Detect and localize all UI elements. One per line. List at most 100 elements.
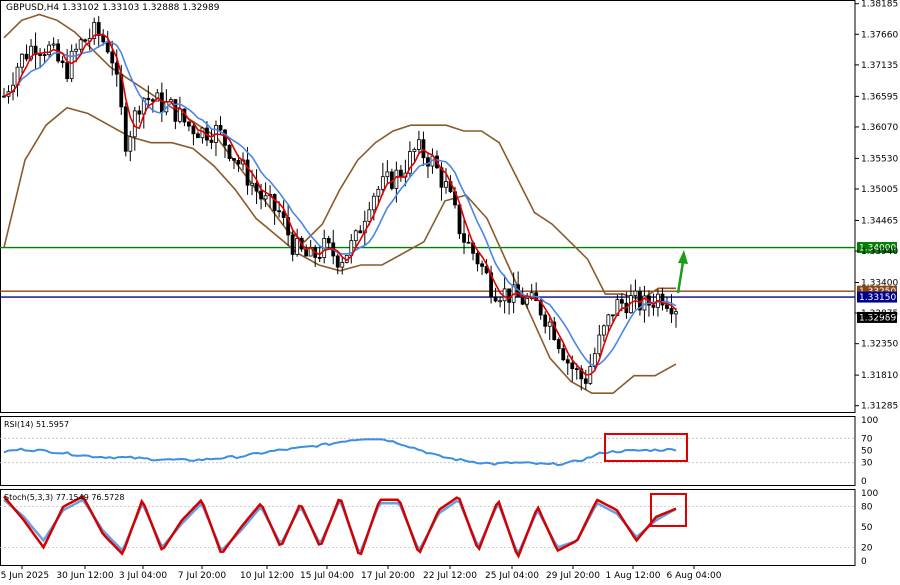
price-tick-label: 1.31285 bbox=[861, 402, 898, 412]
candle-body bbox=[565, 359, 570, 364]
stoch-signal-line bbox=[3, 498, 677, 556]
price-tick-label: 1.33940 bbox=[861, 247, 898, 257]
candle-body bbox=[272, 194, 277, 212]
candle-body bbox=[295, 237, 300, 255]
panel-frame-1 bbox=[0, 416, 856, 486]
candle-body bbox=[583, 378, 588, 384]
candle-body bbox=[543, 314, 548, 327]
stoch-tick-label: 20 bbox=[861, 543, 873, 553]
time-tick-label: 10 Jul 12:00 bbox=[240, 571, 294, 581]
candle-body bbox=[475, 252, 480, 265]
candle-body bbox=[65, 62, 70, 80]
candle-body bbox=[574, 368, 579, 371]
price-levels: 1.340001.332501.331501.32989 bbox=[0, 242, 897, 323]
price-axis: 1.38185 1.37660 1.37135 1.36595 1.36070 1.355… bbox=[855, 0, 898, 412]
candle-body bbox=[277, 210, 282, 213]
candle-body bbox=[263, 195, 268, 200]
candle-body bbox=[317, 256, 322, 259]
level-label-2: 1.33150 bbox=[859, 293, 896, 303]
candle-body bbox=[159, 92, 164, 113]
arrow-head bbox=[678, 250, 688, 264]
candle-body bbox=[610, 314, 615, 317]
candle-body bbox=[74, 48, 79, 52]
rsi-tick-label: 0 bbox=[861, 477, 867, 487]
rsi-tick-label: 30 bbox=[861, 459, 873, 469]
candle-body bbox=[674, 311, 678, 315]
time-axis: 25 Jun 2025 30 Jun 12:00 3 Jul 04:00 7 Jul … bbox=[0, 565, 722, 581]
price-tick-label: 1.35005 bbox=[861, 185, 898, 195]
candle-body bbox=[385, 171, 390, 178]
candle-body bbox=[498, 300, 503, 303]
candle-body bbox=[38, 54, 42, 56]
time-tick-label: 6 Aug 04:00 bbox=[667, 571, 722, 581]
candle-body bbox=[137, 110, 142, 115]
candle-body bbox=[101, 35, 106, 43]
candle-body bbox=[227, 144, 232, 159]
time-tick-label: 3 Jul 04:00 bbox=[119, 571, 168, 581]
candle-body bbox=[47, 44, 52, 56]
candle-body bbox=[493, 296, 498, 302]
candle-body bbox=[556, 339, 561, 350]
panel-frame-2 bbox=[0, 489, 856, 566]
stoch-tick-label: 0 bbox=[861, 557, 867, 567]
candle-body bbox=[367, 209, 372, 222]
time-tick-label: 17 Jul 20:00 bbox=[361, 571, 415, 581]
candle-body bbox=[669, 308, 674, 315]
candle-body bbox=[20, 53, 24, 68]
candle-body bbox=[326, 238, 331, 244]
time-tick-label: 25 Jul 04:00 bbox=[485, 571, 539, 581]
price-tick-label: 1.37135 bbox=[861, 61, 898, 71]
bollinger-lower-line bbox=[3, 106, 677, 394]
stochastic-panel: 100 80 50 20 0 bbox=[0, 489, 878, 567]
price-tick-label: 1.36070 bbox=[861, 123, 898, 133]
candle-body bbox=[78, 39, 83, 50]
rsi-tick-label: 50 bbox=[861, 447, 873, 457]
candle-body bbox=[51, 43, 56, 46]
candle-body bbox=[633, 290, 638, 296]
candlesticks bbox=[2, 16, 678, 391]
stoch-label: Stoch(5,3,3) 77.1549 76.5728 bbox=[4, 493, 124, 502]
bollinger-bands bbox=[3, 13, 677, 394]
panel-frames bbox=[0, 0, 856, 566]
rsi-label: RSI(14) 51.5957 bbox=[4, 420, 69, 429]
price-tick-label: 1.33400 bbox=[861, 278, 898, 288]
stoch-tick-label: 50 bbox=[861, 523, 873, 533]
candle-body bbox=[358, 230, 363, 234]
price-tick-label: 1.38185 bbox=[861, 0, 898, 10]
time-tick-label: 1 Aug 12:00 bbox=[606, 571, 661, 581]
slow-ma-line bbox=[3, 40, 677, 367]
candle-body bbox=[110, 51, 115, 64]
candle-body bbox=[394, 169, 399, 189]
stoch-main-line bbox=[3, 494, 677, 559]
candle-body bbox=[245, 159, 250, 186]
time-tick-label: 25 Jun 2025 bbox=[0, 571, 49, 581]
panel-frame-0 bbox=[0, 0, 856, 413]
time-tick-label: 29 Jul 20:00 bbox=[546, 571, 600, 581]
candle-body bbox=[507, 288, 512, 303]
candle-body bbox=[254, 182, 259, 192]
rsi-tick-label: 70 bbox=[861, 434, 873, 444]
time-tick-label: 7 Jul 20:00 bbox=[178, 571, 227, 581]
fast-ma-line bbox=[3, 33, 677, 376]
candle-body bbox=[114, 62, 119, 75]
candle-body bbox=[128, 136, 133, 152]
price-tick-label: 1.32350 bbox=[861, 340, 898, 350]
candle-body bbox=[232, 158, 236, 161]
rsi-tick-label: 100 bbox=[861, 416, 878, 426]
candle-body bbox=[236, 159, 241, 165]
price-tick-label: 1.34465 bbox=[861, 216, 898, 226]
candle-body bbox=[619, 299, 624, 304]
chart-title: GBPUSD,H4 1.33102 1.33103 1.32888 1.3298… bbox=[6, 3, 220, 13]
price-tick-label: 1.31810 bbox=[861, 371, 898, 381]
candle-body bbox=[371, 195, 376, 211]
time-tick-label: 22 Jul 12:00 bbox=[423, 571, 477, 581]
candle-body bbox=[340, 262, 345, 268]
rsi-line bbox=[3, 438, 677, 467]
candle-body bbox=[250, 182, 254, 186]
candle-body bbox=[525, 298, 530, 305]
price-tick-label: 1.37660 bbox=[861, 30, 898, 40]
candle-body bbox=[547, 321, 552, 327]
candle-body bbox=[665, 304, 669, 309]
price-tick-label: 1.32875 bbox=[861, 309, 898, 319]
chart-canvas: 1.340001.332501.331501.32989 1007050300 … bbox=[0, 0, 898, 581]
